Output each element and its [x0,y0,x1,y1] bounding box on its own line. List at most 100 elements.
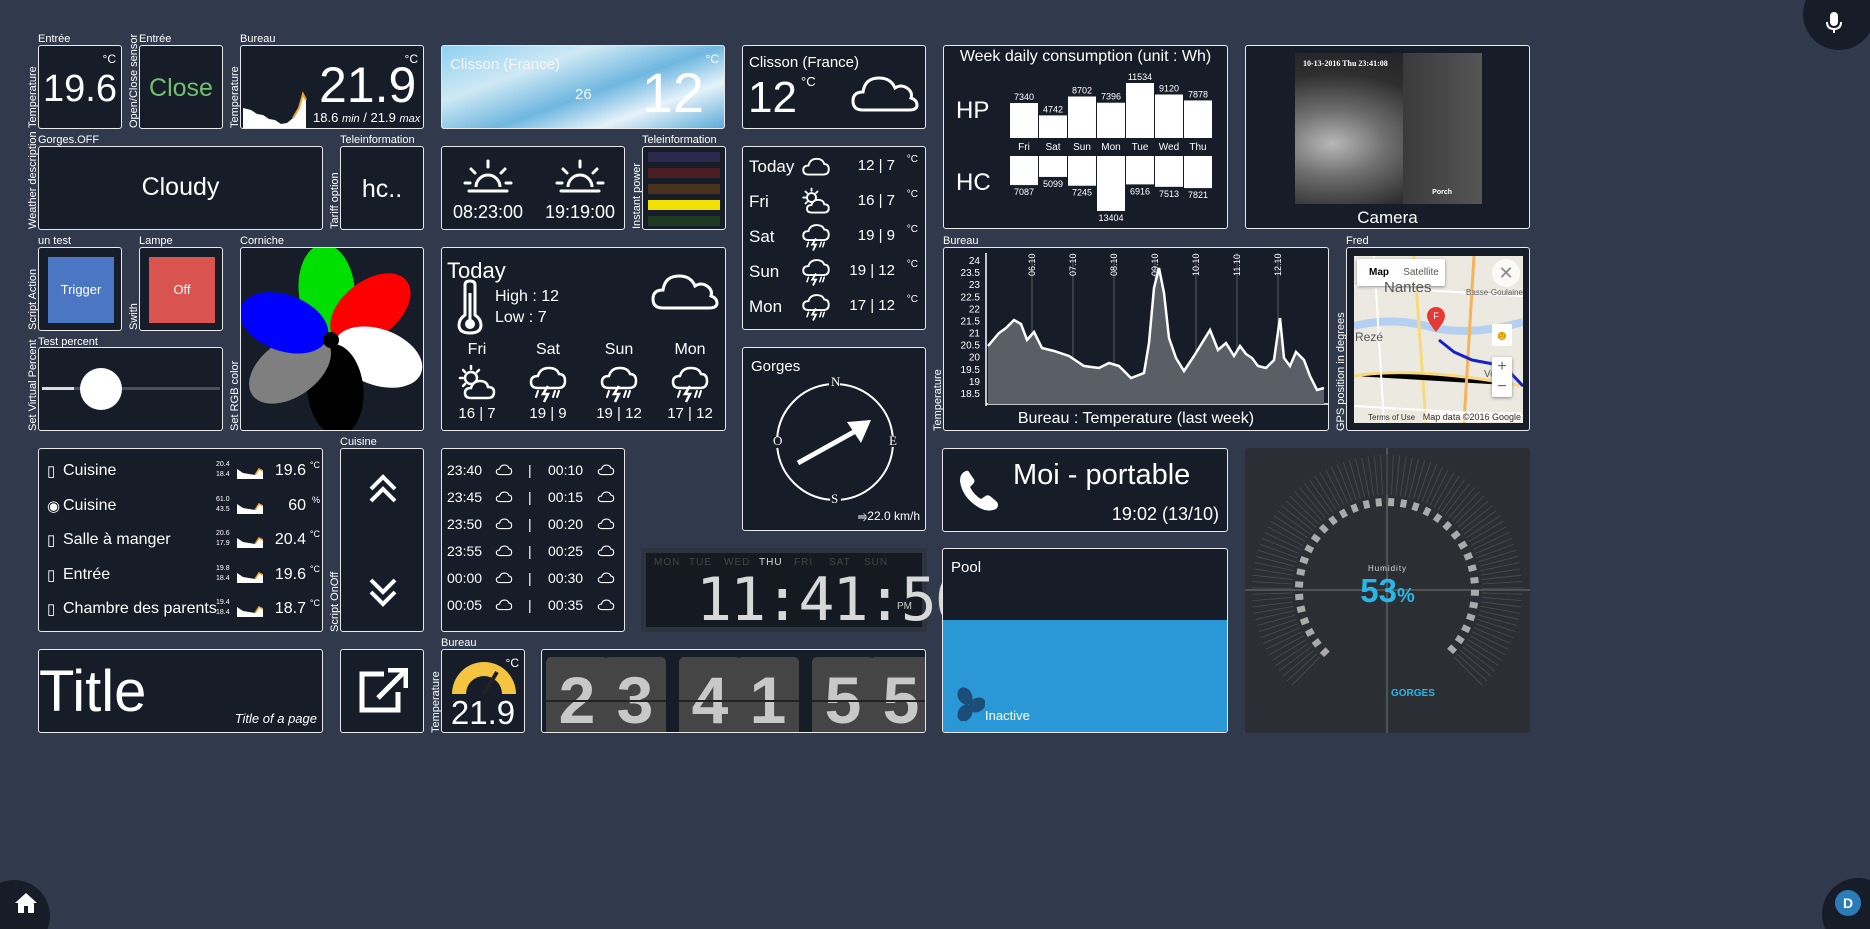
sensor-sparkline [237,468,263,479]
hour-time: 00:25 [548,543,584,559]
hp-bar [1068,96,1096,138]
sunrise-icon [463,159,513,193]
y-tick-label: 24 [969,256,981,267]
forecast-temp: 19 | 12 [849,262,895,279]
lcd-ampm: PM [897,601,912,612]
thermometer-icon: ▯ [47,463,56,480]
map-view[interactable]: Map Satellite Nantes Rezé Basse-Goulaine… [1354,256,1523,423]
humidity-unit: % [1396,585,1415,607]
camera-image[interactable]: 10-13-2016 Thu 23:41:08 Porch [1295,53,1482,204]
title-tile: Title Title of a page [38,649,323,733]
sensor-value: 19.6 [274,565,306,583]
thunder-rain-icon [671,366,709,403]
day-label: Sun [604,341,634,358]
cloud-icon [495,572,513,584]
sensor-sparkline [237,571,263,583]
slider-thumb[interactable] [80,368,123,410]
hp-bar [1039,115,1067,138]
hp-bar [1097,102,1125,138]
wind-icon: ⥤ [857,509,868,523]
off-button[interactable]: Off [149,257,215,323]
thermometer-icon: ▯ [47,532,56,549]
double-chevron-down-icon[interactable] [363,574,403,614]
hp-value: 7878 [1188,89,1208,99]
west-label: O [773,433,783,448]
temperature-chart-tile: 24 23.5 23 22.5 22 21.5 21 20.5 20 19.5 19 18.5 06.1… [943,247,1329,431]
y-tick-label: 18.5 [961,389,981,400]
y-tick-label: 21.5 [961,316,981,327]
hour-time: 23:40 [447,462,483,478]
hour-time: 23:55 [447,543,483,559]
cloud-icon [851,76,919,112]
consumption-chart: 7340 Fri 7087 4742 Sat 5099 8702 Sun 7245 7396 Mon… [1010,72,1212,223]
map-marker-icon[interactable]: F [1427,307,1445,332]
sensor-max: 19.4 [216,599,230,606]
cloud-icon [495,464,513,476]
map-terms[interactable]: Terms of Use [1368,413,1415,422]
virtual-percent-tile [38,347,223,431]
door-state: Close [149,74,213,102]
hour-time: 00:00 [447,570,483,586]
y-tick-label: 23.5 [961,268,981,279]
cloud-icon [802,157,830,176]
power-bar-3 [648,184,720,194]
external-link-icon[interactable] [358,668,408,714]
slider-fill [42,387,75,390]
hc-value: 7513 [1159,189,1179,199]
day-temp: 16 | 7 [458,405,496,422]
min-max-line: 18.6 min / 21.9 max [313,110,420,125]
weather-description: Cloudy [141,173,220,201]
thunder-rain-icon [802,294,830,321]
cloud-icon [597,491,615,503]
sensor-max: 19.8 [216,564,230,572]
flip-digit: 5 [812,657,874,732]
sensor-value: 60 [288,496,306,514]
sensor-min: 18.4 [216,471,230,478]
domoticz-button[interactable]: D [1822,878,1870,929]
tariff-tile: hc.. [340,146,424,230]
hp-bar [1155,94,1183,138]
banner-temp: 12 [641,61,704,124]
color-wheel[interactable] [241,248,424,431]
sensor-name: Chambre des parents [63,600,217,617]
zoom-out-icon[interactable]: − [1492,377,1512,397]
hc-bar [1010,156,1038,186]
double-chevron-up-icon[interactable] [363,467,403,507]
link-tile[interactable] [340,649,424,733]
weather-description-tile: Cloudy [38,146,323,230]
sunrise-time: 08:23:00 [453,202,524,222]
pool-tile: Pool Inactive [942,548,1228,733]
home-button[interactable] [0,880,50,929]
power-bar-5 [648,216,720,226]
thunder-rain-icon [802,224,830,251]
phone-icon [960,470,998,511]
sensors-list-tile: ▯ Cuisine 20.4 18.4 19.6 °C ◉ Cuisine 61.0 43.5 60… [38,448,323,632]
phone-tile: Moi - portable 19:02 (13/10) [942,448,1228,532]
hour-time: 00:30 [548,570,584,586]
sensor-max: 20.4 [216,461,230,468]
sensor-unit: °C [309,460,320,470]
current-unit: °C [801,74,816,89]
x-tick-label: 11.10 [1232,254,1242,276]
fullscreen-icon[interactable]: ✕ [1492,259,1520,287]
cloud-icon [597,599,615,611]
power-bar-1 [648,152,720,162]
temperature-area [988,268,1324,404]
sensor-unit: °C [309,529,320,539]
day-label: Wed [1159,142,1179,153]
weather-banner-tile: Clisson (France) 26 12 °C [441,45,725,129]
today-high: High : 12 [495,288,560,305]
south-label: S [831,491,839,506]
camera-tile[interactable]: 10-13-2016 Thu 23:41:08 Porch Camera [1245,45,1530,229]
pool-title: Pool [951,559,982,576]
phone-name: Moi - portable [1013,459,1191,491]
zoom-in-icon[interactable]: + [1492,357,1512,377]
hour-separator: | [528,462,532,478]
microphone-button[interactable] [1803,0,1870,50]
hc-bar [1126,156,1154,185]
trigger-button[interactable]: Trigger [48,257,114,323]
banner-small-value: 26 [575,86,592,103]
street-view-icon[interactable]: ☻ [1492,324,1512,346]
hour-time: 00:35 [548,597,584,613]
tariff-caption: Teleinformation [340,134,415,146]
